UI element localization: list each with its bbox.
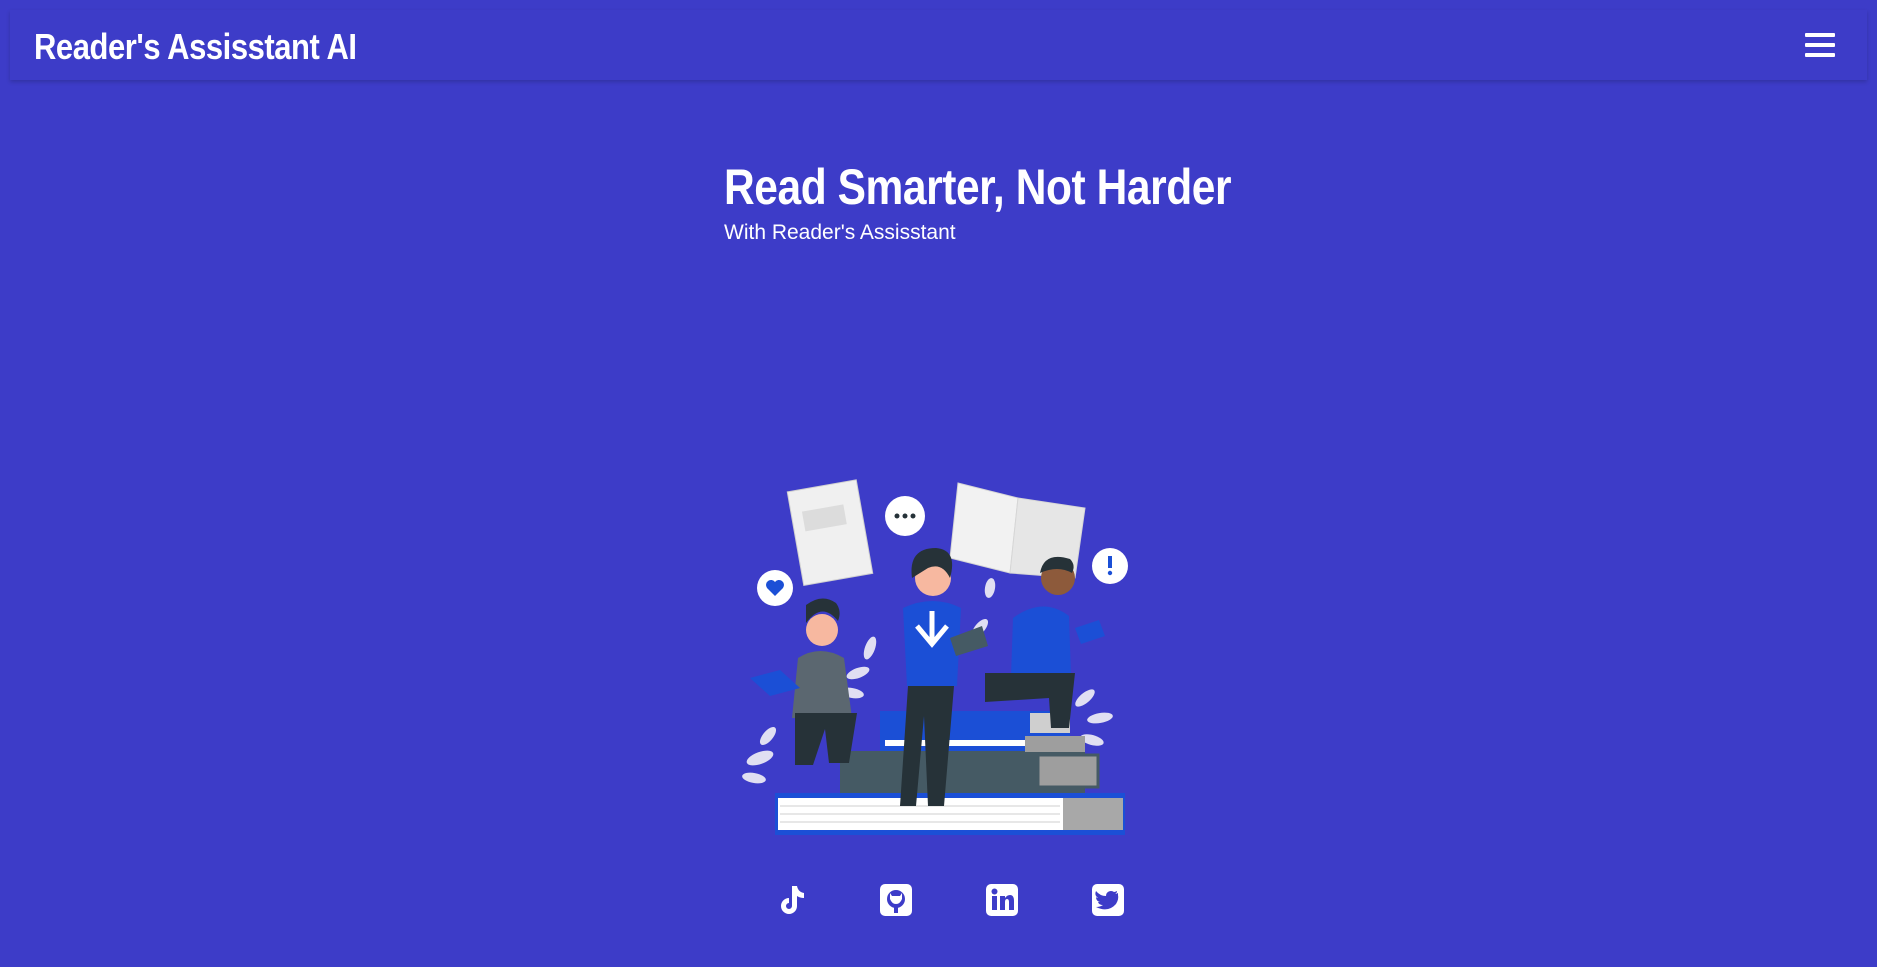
menu-line: [1805, 43, 1835, 47]
tiktok-icon[interactable]: [772, 882, 808, 918]
people-reading-books-illustration: [740, 478, 1140, 850]
linkedin-icon[interactable]: [984, 882, 1020, 918]
floating-book-left: [786, 479, 874, 587]
social-links: [0, 882, 1877, 918]
page: Reader's Assisstant AI Read Smarter, Not…: [0, 0, 1877, 967]
hamburger-menu-icon[interactable]: [1805, 28, 1839, 62]
twitter-icon[interactable]: [1090, 882, 1126, 918]
hero-subtitle: With Reader's Assisstant: [724, 221, 956, 244]
github-icon[interactable]: [878, 882, 914, 918]
hero-section: Read Smarter, Not Harder With Reader's A…: [724, 158, 1232, 246]
menu-line: [1805, 33, 1835, 37]
brand-title[interactable]: Reader's Assisstant AI: [34, 26, 357, 68]
navbar: Reader's Assisstant AI: [10, 10, 1867, 80]
menu-line: [1805, 53, 1835, 57]
hero-title: Read Smarter, Not Harder: [724, 159, 1232, 215]
